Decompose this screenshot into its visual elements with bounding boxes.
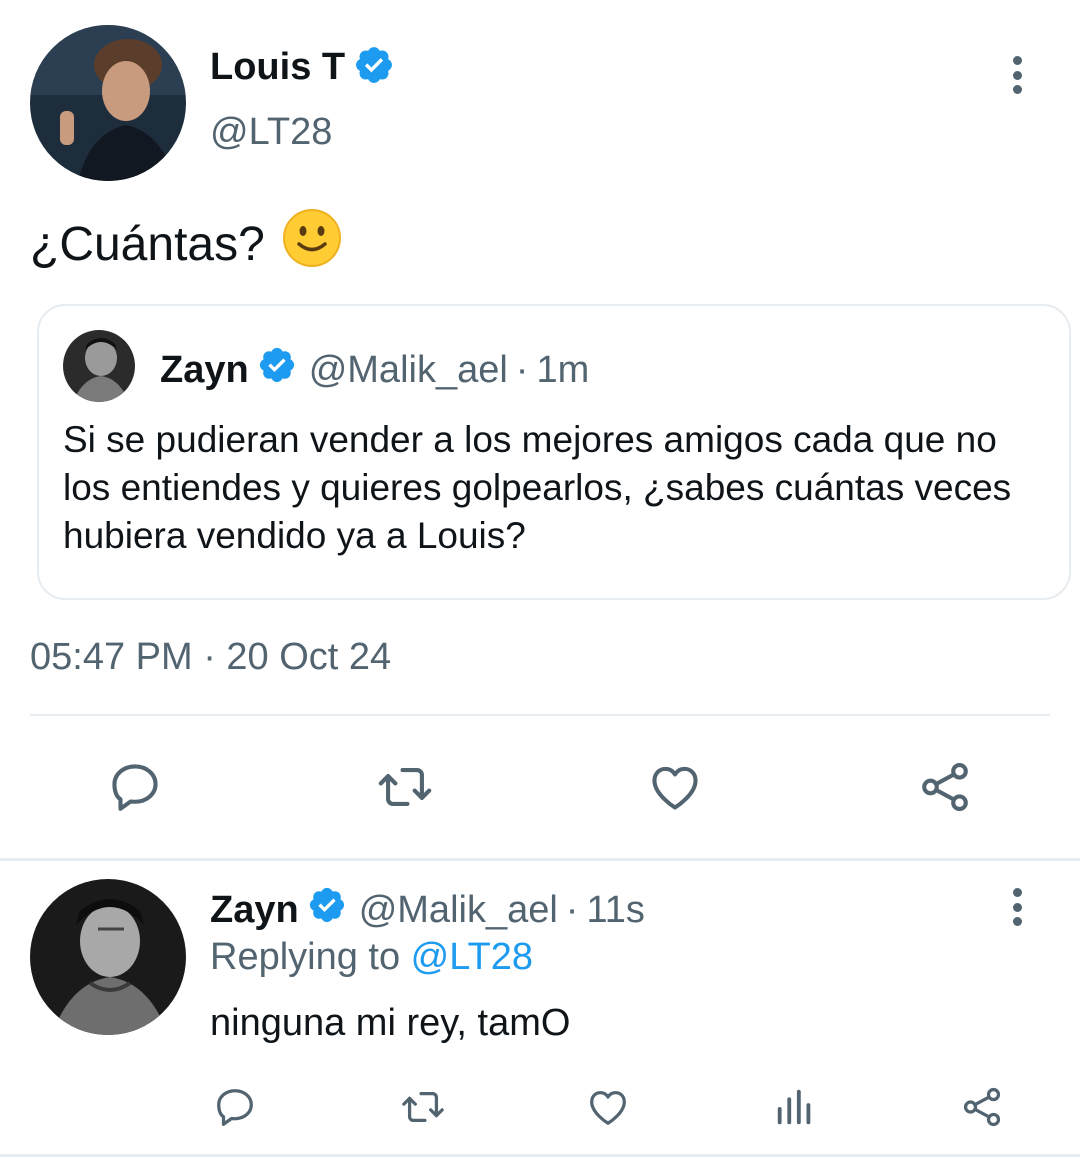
retweet-icon[interactable] [374,758,436,816]
replying-to-link[interactable]: @LT28 [411,936,533,978]
reply-author-handle[interactable]: @Malik_ael [359,889,558,932]
like-icon[interactable] [584,1084,632,1130]
section-divider [0,858,1080,861]
quoted-author-name[interactable]: Zayn [160,349,249,392]
verified-badge-icon [307,885,347,935]
main-author-avatar[interactable] [30,25,186,181]
verified-badge-icon [257,345,297,395]
main-author-name[interactable]: Louis T [210,46,345,89]
quoted-tweet-text: Si se pudieran vender a los mejores amig… [63,419,1012,556]
main-divider [30,714,1050,716]
reply-icon[interactable] [212,1084,258,1130]
main-tweet-body: ¿Cuántas? [30,217,279,271]
share-icon[interactable] [915,758,975,816]
retweet-icon[interactable] [398,1084,448,1130]
reply-icon[interactable] [106,758,164,816]
slightly-smiling-emoji-icon [282,208,342,280]
analytics-icon[interactable] [772,1084,818,1130]
reply-separator: · [565,888,579,931]
main-author-name-row: Louis T [210,44,395,90]
verified-badge-icon [353,44,395,91]
like-icon[interactable] [645,758,705,816]
main-more-options-icon[interactable] [1008,56,1026,94]
main-author-handle[interactable]: @LT28 [210,111,332,154]
reply-tweet-text: ninguna mi rey, tamO [210,1002,571,1044]
share-icon[interactable] [958,1084,1006,1130]
quoted-separator: · [515,348,529,391]
reply-author-row: Zayn @Malik_ael · 11s [210,885,645,935]
main-tweet-text: ¿Cuántas? [30,208,342,280]
replying-to-prefix: Replying to [210,936,411,978]
quoted-author-row: Zayn @Malik_ael · 1m [160,345,589,395]
reply-author-avatar[interactable] [30,879,186,1035]
main-timestamp[interactable]: 05:47 PM · 20 Oct 24 [30,636,391,679]
quoted-author-handle[interactable]: @Malik_ael [309,349,508,392]
reply-time[interactable]: 11s [586,889,644,932]
reply-more-options-icon[interactable] [1008,888,1026,926]
bottom-divider [0,1154,1080,1157]
replying-to-line: Replying to @LT28 [210,936,533,979]
quoted-time[interactable]: 1m [536,349,589,392]
quoted-author-avatar[interactable] [63,330,135,402]
reply-author-name[interactable]: Zayn [210,889,299,932]
